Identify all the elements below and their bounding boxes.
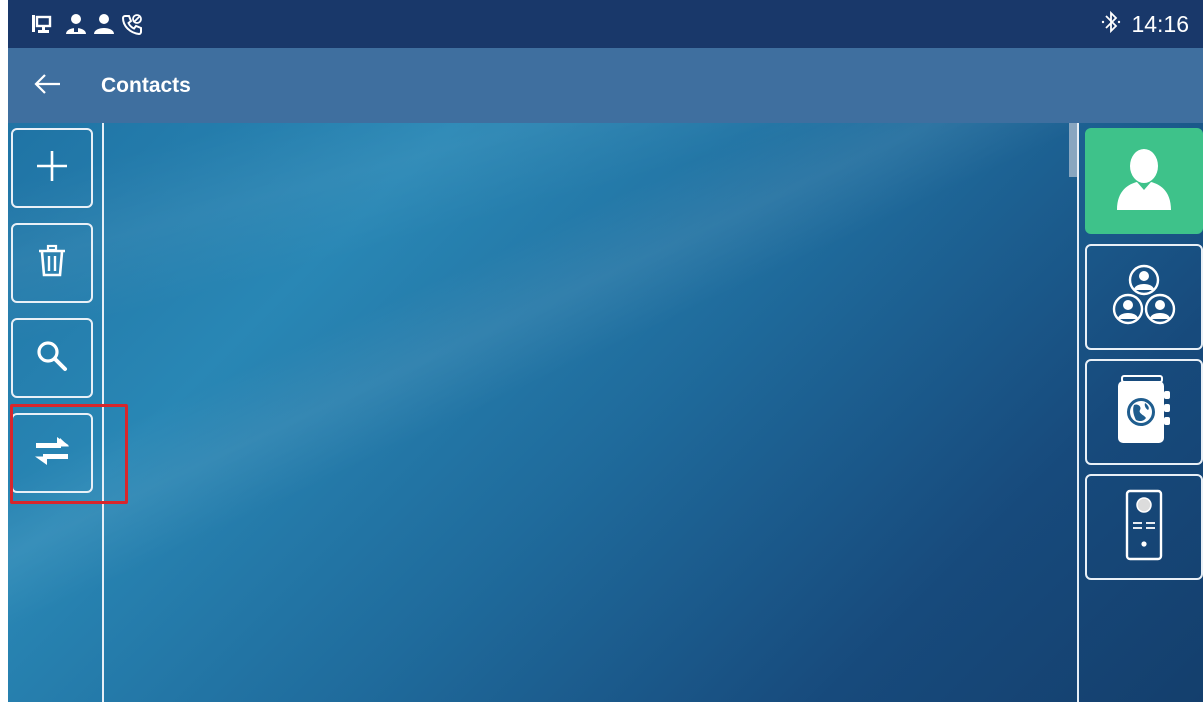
bluetooth-icon [1101,10,1121,39]
clock: 14:16 [1131,10,1189,37]
delete-contact-button[interactable] [11,223,93,303]
status-right: 14:16 [1101,10,1189,38]
phonebook-globe-icon [1114,373,1174,452]
contacts-screen: 14:16 Contacts [8,0,1203,702]
search-contact-button[interactable] [11,318,93,398]
status-bar: 14:16 [8,0,1203,48]
right-divider [1077,123,1079,702]
ldap-phonebook-tab[interactable] [1085,359,1203,465]
user-icon [93,13,115,35]
group-icon [1112,264,1176,331]
back-arrow-icon [32,72,64,101]
door-phone-tab[interactable] [1085,474,1203,580]
groups-tab[interactable] [1085,244,1203,350]
plus-icon [34,148,70,189]
scrollbar-thumb[interactable] [1069,123,1077,177]
person-icon [1115,146,1173,217]
contact-icon [65,13,87,35]
local-contacts-tab[interactable] [1085,128,1203,234]
trash-icon [36,244,68,283]
network-icon [30,13,52,35]
title-bar: Contacts [8,48,1203,123]
search-icon [35,339,69,378]
intercom-icon [1124,489,1164,566]
highlight-box [10,404,128,504]
page-title: Contacts [101,74,191,97]
call-forward-icon [121,13,143,36]
add-contact-button[interactable] [11,128,93,208]
back-button[interactable] [28,68,68,104]
